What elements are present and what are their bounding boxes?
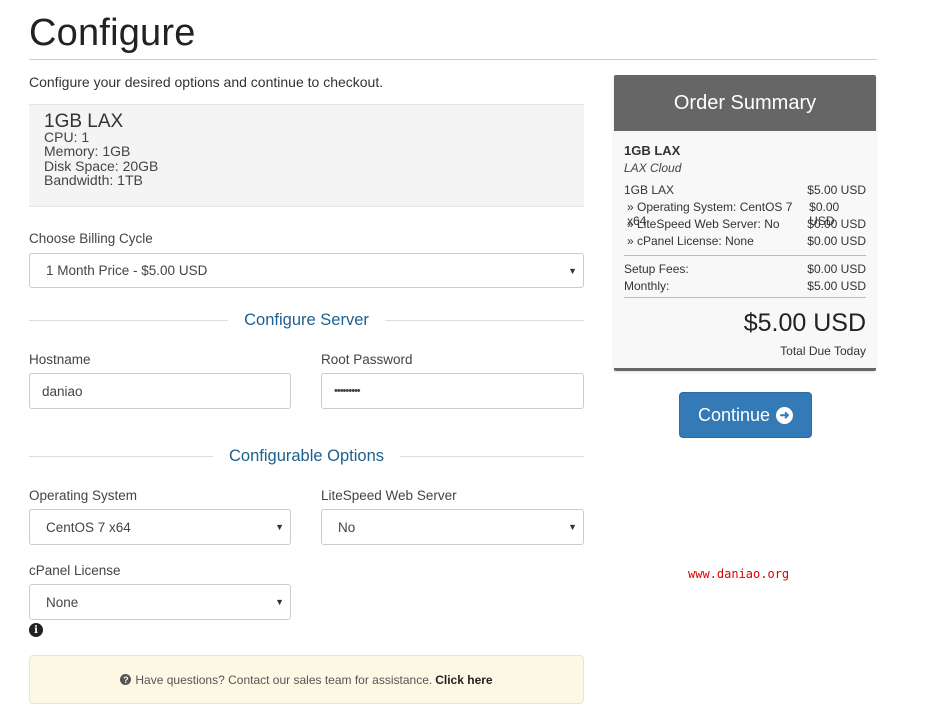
- help-text: Have questions? Contact our sales team f…: [135, 672, 433, 687]
- billing-cycle-value: 1 Month Price - $5.00 USD: [46, 263, 208, 278]
- summary-line-value: $0.00 USD: [807, 217, 866, 231]
- cpanel-license-value: None: [46, 594, 79, 610]
- operating-system-select[interactable]: CentOS 7 x64 ▼: [29, 509, 291, 545]
- hostname-value: daniao: [42, 383, 83, 399]
- divider: [29, 320, 229, 321]
- divider: [384, 320, 585, 321]
- arrow-circle-right-icon: ➜: [776, 406, 794, 424]
- spec-bandwidth: Bandwidth: 1TB: [44, 171, 143, 188]
- summary-divider: [624, 297, 866, 298]
- hostname-input[interactable]: daniao: [29, 373, 291, 409]
- summary-line: » LiteSpeed Web Server: No $0.00 USD: [624, 217, 866, 231]
- chevron-down-icon: ▼: [568, 265, 577, 276]
- total-due-label: Total Due Today: [780, 344, 866, 358]
- root-password-label: Root Password: [321, 352, 413, 367]
- spec-memory: Memory: 1GB: [44, 143, 131, 160]
- root-password-value: •••••••••: [334, 385, 361, 397]
- cpanel-license-label: cPanel License: [29, 563, 121, 578]
- question-circle-icon: ?: [120, 674, 132, 685]
- watermark-text: www.daniao.org: [688, 567, 790, 581]
- setup-fees-label: Setup Fees:: [624, 262, 689, 276]
- order-summary-title: Order Summary: [614, 75, 876, 131]
- info-icon[interactable]: i: [29, 623, 43, 637]
- summary-line-value: $5.00 USD: [807, 183, 866, 197]
- root-password-input[interactable]: •••••••••: [321, 373, 584, 409]
- summary-line-label: » LiteSpeed Web Server: No: [627, 217, 780, 231]
- sales-help-alert: ? Have questions? Contact our sales team…: [29, 655, 584, 704]
- monthly-value: $5.00 USD: [807, 279, 866, 293]
- summary-line: » cPanel License: None $0.00 USD: [624, 234, 866, 248]
- operating-system-label: Operating System: [29, 488, 138, 503]
- page-title: Configure: [29, 12, 196, 54]
- billing-cycle-label: Choose Billing Cycle: [29, 231, 153, 246]
- spec-disk: Disk Space: 20GB: [44, 157, 159, 174]
- continue-label: Continue: [697, 404, 771, 425]
- summary-line: 1GB LAX $5.00 USD: [624, 183, 866, 197]
- litespeed-select[interactable]: No ▼: [321, 509, 584, 545]
- summary-divider: [624, 255, 866, 256]
- billing-cycle-select[interactable]: 1 Month Price - $5.00 USD ▼: [29, 253, 584, 288]
- monthly-label: Monthly:: [624, 279, 670, 293]
- order-summary-panel: Order Summary 1GB LAX LAX Cloud 1GB LAX …: [614, 75, 876, 371]
- section-title: Configure Server: [244, 311, 369, 329]
- cpanel-license-select[interactable]: None ▼: [29, 584, 291, 620]
- setup-fees-row: Setup Fees: $0.00 USD: [624, 262, 866, 276]
- summary-line-label: » cPanel License: None: [627, 234, 754, 248]
- product-specs: CPU: 1 Memory: 1GB Disk Space: 20GB Band…: [44, 130, 158, 187]
- summary-product-name: 1GB LAX: [624, 143, 681, 158]
- chevron-down-icon: ▼: [275, 522, 284, 532]
- summary-line-label: 1GB LAX: [624, 183, 675, 197]
- total-due-amount: $5.00 USD: [743, 309, 866, 337]
- spec-cpu: CPU: 1: [44, 129, 90, 145]
- contact-sales-link[interactable]: Click here: [435, 673, 492, 687]
- divider: [400, 456, 585, 457]
- chevron-down-icon: ▼: [275, 597, 284, 607]
- chevron-down-icon: ▼: [568, 522, 577, 532]
- monthly-row: Monthly: $5.00 USD: [624, 279, 866, 293]
- product-info-panel: 1GB LAX CPU: 1 Memory: 1GB Disk Space: 2…: [29, 104, 584, 207]
- configurable-options-heading: Configurable Options: [29, 447, 585, 466]
- operating-system-value: CentOS 7 x64: [46, 519, 131, 535]
- section-title: Configurable Options: [229, 447, 385, 465]
- hostname-label: Hostname: [29, 352, 91, 367]
- intro-text: Configure your desired options and conti…: [29, 74, 384, 90]
- litespeed-value: No: [338, 519, 356, 535]
- continue-button[interactable]: Continue ➜: [679, 392, 812, 438]
- configure-server-heading: Configure Server: [29, 311, 585, 330]
- setup-fees-value: $0.00 USD: [807, 262, 866, 276]
- title-divider: [29, 59, 877, 60]
- litespeed-label: LiteSpeed Web Server: [321, 488, 457, 503]
- divider: [29, 456, 213, 457]
- summary-line-value: $0.00 USD: [807, 234, 866, 248]
- summary-product-group: LAX Cloud: [624, 161, 682, 175]
